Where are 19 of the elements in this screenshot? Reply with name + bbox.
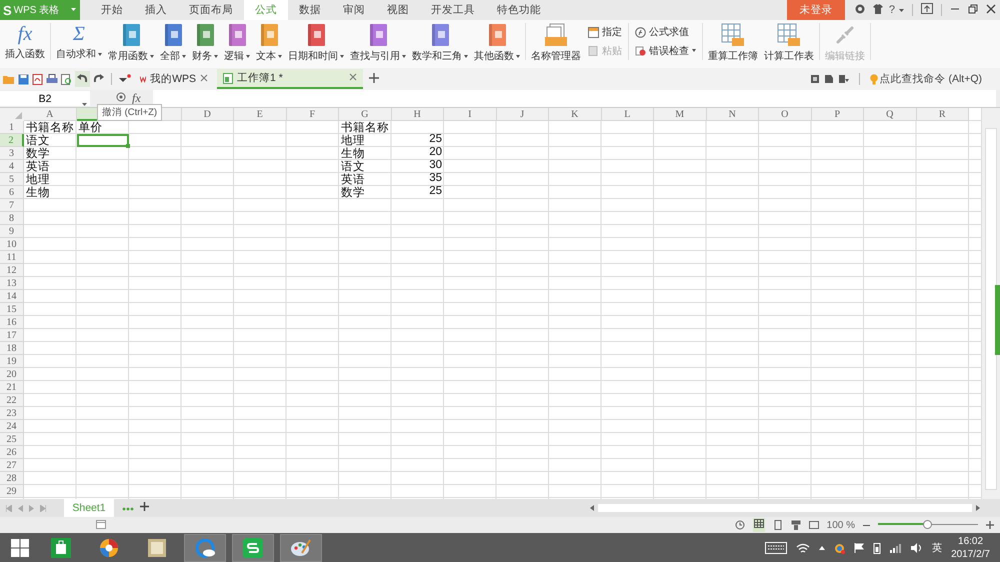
tooltip: 撤消 (Ctrl+Z) (97, 104, 162, 121)
cell-value: 35 (429, 172, 442, 184)
cell-text: 语文 (26, 134, 50, 148)
cell-text: 生物 (26, 186, 50, 200)
cell-value: 25 (429, 133, 442, 145)
cell-text: 地理 (341, 134, 365, 148)
cell-text: 单价 (78, 120, 102, 135)
cell-value: 30 (429, 159, 442, 171)
cell-text: 地理 (26, 172, 50, 186)
cell-text: 数学 (26, 146, 50, 160)
cell-text: 数学 (341, 186, 365, 200)
cell-text: 生物 (341, 146, 365, 160)
cell-text: 英语 (341, 172, 365, 186)
cell-text: 书籍名称 (26, 120, 74, 134)
cell-value: 25 (429, 185, 442, 197)
cell-text: 语文 (341, 160, 365, 174)
cell-text: 英语 (26, 160, 50, 174)
cell-value: 20 (429, 146, 442, 158)
cell-text: 书籍名称 (341, 120, 389, 134)
